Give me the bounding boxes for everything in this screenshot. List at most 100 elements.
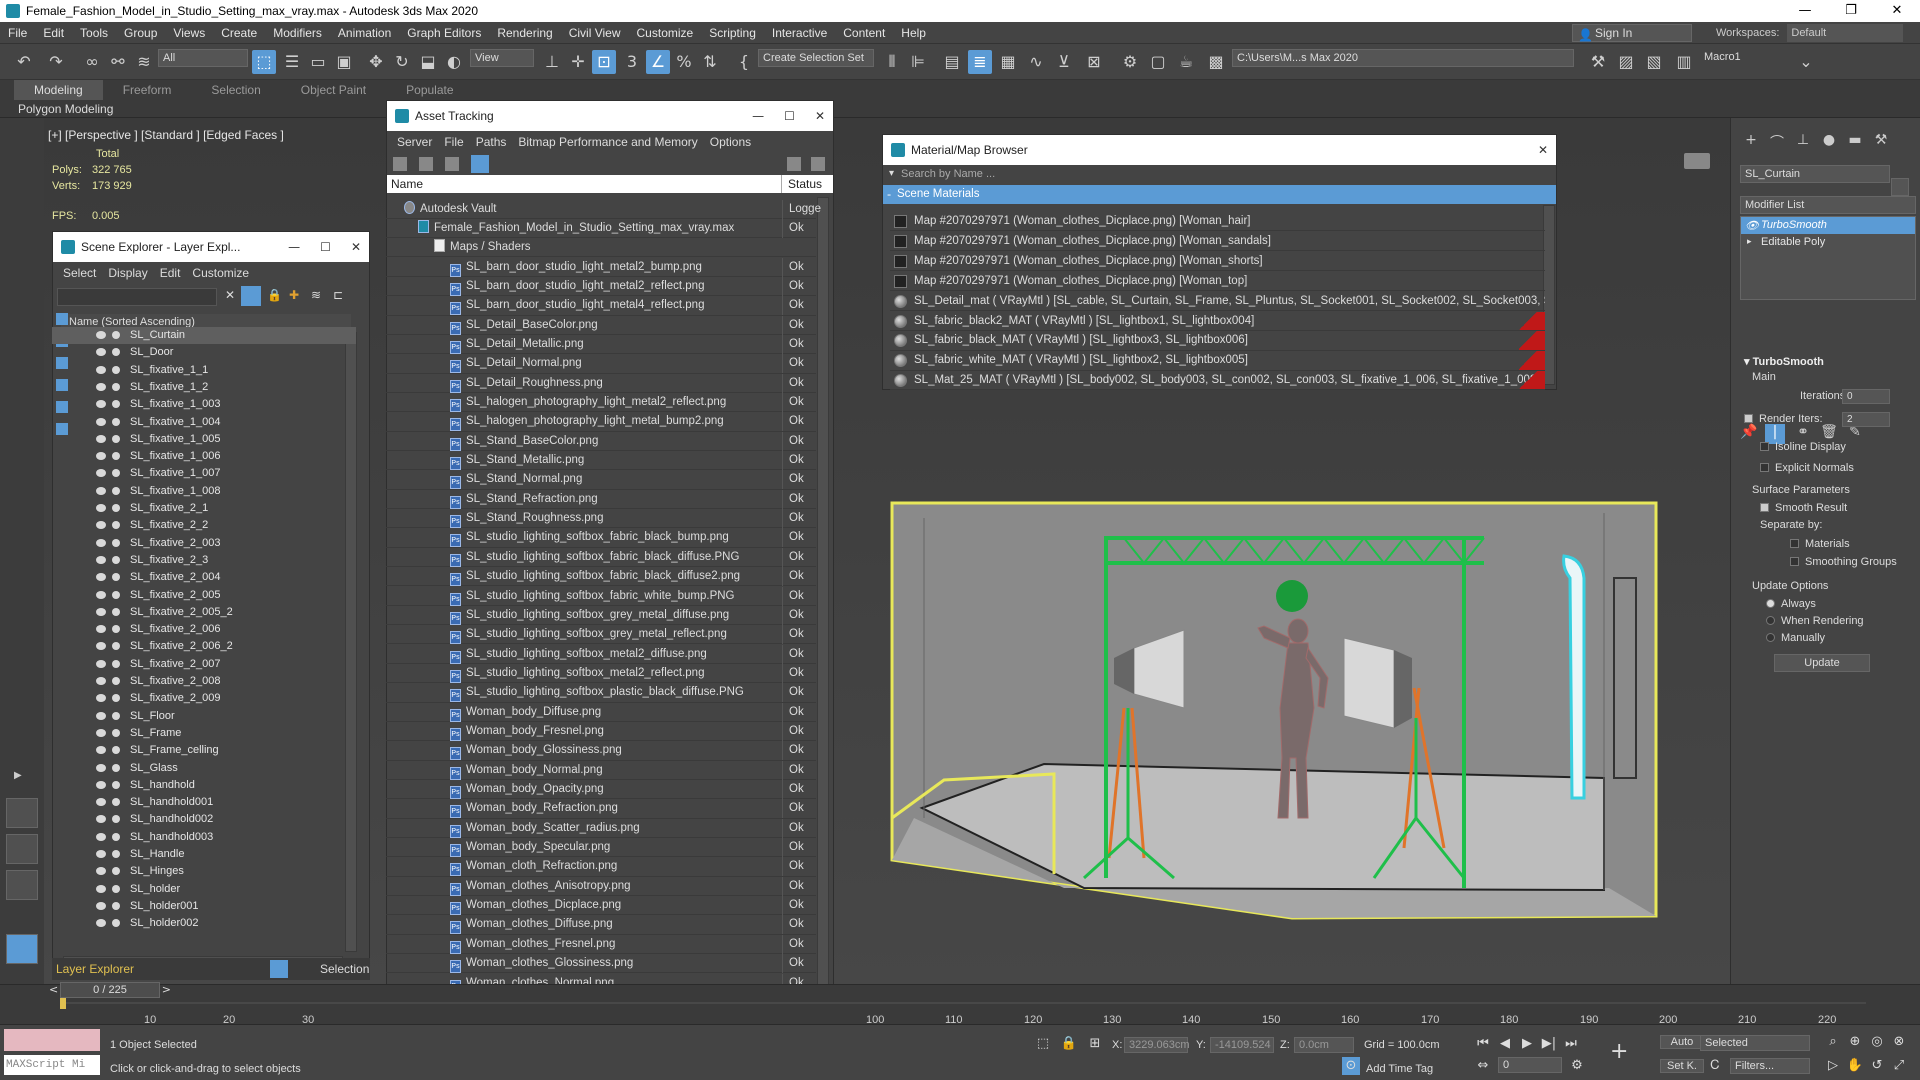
eye-icon[interactable]: 👁 [1745,217,1759,234]
select-object-icon[interactable]: ⬚ [252,50,276,74]
viewport-layout-2-icon[interactable] [6,834,38,864]
smooth-result-checkbox[interactable]: Smooth Result [1760,502,1847,514]
maximize-viewport-icon[interactable]: ⤢ [1890,1057,1908,1075]
at-asset-row[interactable]: Ps Woman_body_Glossiness.png Ok [386,741,816,761]
object-name-field[interactable]: SL_Curtain [1740,165,1890,183]
zoom-icon[interactable]: ⌕ [1824,1033,1842,1051]
y-coordinate-field[interactable]: -14109.524 [1210,1037,1274,1053]
freeze-dot-icon[interactable] [112,469,120,478]
se-menu-customize[interactable]: Customize [186,266,255,280]
time-slider[interactable]: < 0 / 225 > [49,982,171,998]
se-display-objects-icon[interactable] [56,313,68,325]
curve-editor-icon[interactable]: ∿ [1024,50,1048,74]
freeze-dot-icon[interactable] [112,780,120,789]
at-asset-row[interactable]: Ps SL_studio_lighting_softbox_grey_metal_… [386,625,816,645]
render-iterative-icon[interactable]: ▩ [1204,50,1228,74]
menu-tools[interactable]: Tools [72,26,116,40]
at-asset-row[interactable]: Ps SL_barn_door_studio_light_metal4_refle… [386,296,816,316]
visibility-eye-icon[interactable] [96,711,106,720]
at-asset-row[interactable]: Ps Woman_clothes_Fresnel.png Ok [386,934,816,955]
se-object-row[interactable]: SL_fixative_1_005 [52,431,356,448]
scene-explorer-icon[interactable]: ≣ [968,50,992,74]
visibility-eye-icon[interactable] [96,365,106,374]
menu-content[interactable]: Content [835,26,893,40]
freeze-dot-icon[interactable] [112,867,120,876]
freeze-dot-icon[interactable] [112,815,120,824]
freeze-dot-icon[interactable] [112,659,120,668]
at-asset-row[interactable]: Ps Woman_body_Fresnel.png Ok [386,721,816,742]
set-key-icon[interactable]: + [1610,1041,1628,1063]
se-object-row[interactable]: SL_fixative_1_2 [52,379,356,396]
expand-layouts-icon[interactable]: ▶ [14,770,22,781]
pivot-icon[interactable]: ⊥ [540,50,564,74]
menu-customize[interactable]: Customize [629,26,702,40]
ribbon-tab-freeform[interactable]: Freeform [103,80,192,100]
percent-snap-icon[interactable]: % [672,50,696,74]
visibility-eye-icon[interactable] [96,884,106,893]
maximize-button[interactable]: ❐ [1828,0,1874,22]
expand-toolbar-icon[interactable]: ⌄ [1794,50,1818,74]
at-asset-row[interactable]: Ps SL_halogen_photography_light_metal2_re… [386,393,816,413]
snaps-toggle-icon[interactable]: 3 [620,50,644,74]
link-icon[interactable]: ∞ [80,50,104,74]
se-object-row[interactable]: SL_fixative_2_005_2 [52,604,356,621]
selection-set-dropdown[interactable]: Create Selection Set [758,49,874,67]
menu-interactive[interactable]: Interactive [764,26,835,40]
at-col-status[interactable]: Status [781,175,822,193]
turbosmooth-rollout-header[interactable]: ▾ TurboSmooth [1744,355,1824,368]
layer-toggle-icon[interactable] [270,960,288,978]
se-object-row[interactable]: SL_handhold002 [52,811,356,828]
set-key-button[interactable]: Set K. [1660,1059,1704,1073]
se-menu-edit[interactable]: Edit [154,266,187,280]
se-object-row[interactable]: SL_fixative_1_004 [52,414,356,431]
at-menu-file[interactable]: File [438,135,469,149]
at-asset-row[interactable]: Ps Woman_cloth_Refraction.png Ok [386,857,816,877]
layer-explorer-icon[interactable]: ▤ [940,50,964,74]
stack-item-editable-poly[interactable]: ▸ Editable Poly [1741,234,1915,251]
angle-snap-icon[interactable]: ∠ [646,50,670,74]
visibility-eye-icon[interactable] [96,625,106,634]
freeze-dot-icon[interactable] [112,417,120,426]
display-tab-icon[interactable]: ▬ [1845,132,1865,152]
prev-frame-icon[interactable]: ◀ [1496,1035,1514,1053]
at-asset-row[interactable]: Ps Woman_body_Diffuse.png Ok [386,702,816,722]
at-menu-server[interactable]: Server [391,135,438,149]
at-table-view-icon[interactable] [471,155,489,173]
freeze-dot-icon[interactable] [112,348,120,357]
keyboard-shortcut-icon[interactable]: ⊡ [592,50,616,74]
se-object-row[interactable]: SL_fixative_2_009 [52,690,356,707]
time-tag-icon[interactable]: ⊙ [1342,1057,1360,1075]
visibility-eye-icon[interactable] [96,521,106,530]
se-object-row[interactable]: SL_fixative_1_006 [52,448,356,465]
menu-scripting[interactable]: Scripting [701,26,764,40]
maxscript-listener[interactable] [4,1029,100,1051]
freeze-dot-icon[interactable] [112,711,120,720]
object-color-swatch[interactable] [1891,178,1909,196]
menu-views[interactable]: Views [165,26,213,40]
configure-sets-icon[interactable]: ✎ [1845,424,1865,444]
modifier-list-dropdown[interactable]: Modifier List [1740,196,1916,214]
at-asset-row[interactable]: Ps SL_Detail_Metallic.png Ok [386,334,816,355]
visibility-eye-icon[interactable] [96,382,106,391]
align-icon[interactable]: ⊫ [906,50,930,74]
menu-civil-view[interactable]: Civil View [561,26,629,40]
se-object-row[interactable]: SL_fixative_1_003 [52,396,356,413]
named-selection-icon[interactable]: { [732,50,756,74]
visibility-eye-icon[interactable] [96,452,106,461]
freeze-dot-icon[interactable] [112,832,120,841]
mb-material-row[interactable]: SL_Detail_mat ( VRayMtl ) [SL_cable, SL_… [890,292,1545,311]
goto-end-icon[interactable]: ⏭ [1562,1035,1580,1053]
mb-close-button[interactable]: ✕ [1538,143,1548,157]
at-close-button[interactable]: ✕ [815,109,825,123]
filters-button[interactable]: Filters... [1730,1058,1810,1074]
at-list-view-icon[interactable] [419,157,433,171]
select-manipulate-icon[interactable]: ✛ [566,50,590,74]
freeze-dot-icon[interactable] [112,642,120,651]
at-asset-row[interactable]: Ps SL_Detail_BaseColor.png Ok [386,315,816,335]
export-icon[interactable]: ▧ [1642,50,1666,74]
se-menu-display[interactable]: Display [102,266,153,280]
filter-icon[interactable] [241,286,261,306]
menu-help[interactable]: Help [893,26,934,40]
at-asset-row[interactable]: Ps Woman_clothes_Anisotropy.png Ok [386,876,816,897]
move-icon[interactable]: ✥ [364,50,388,74]
